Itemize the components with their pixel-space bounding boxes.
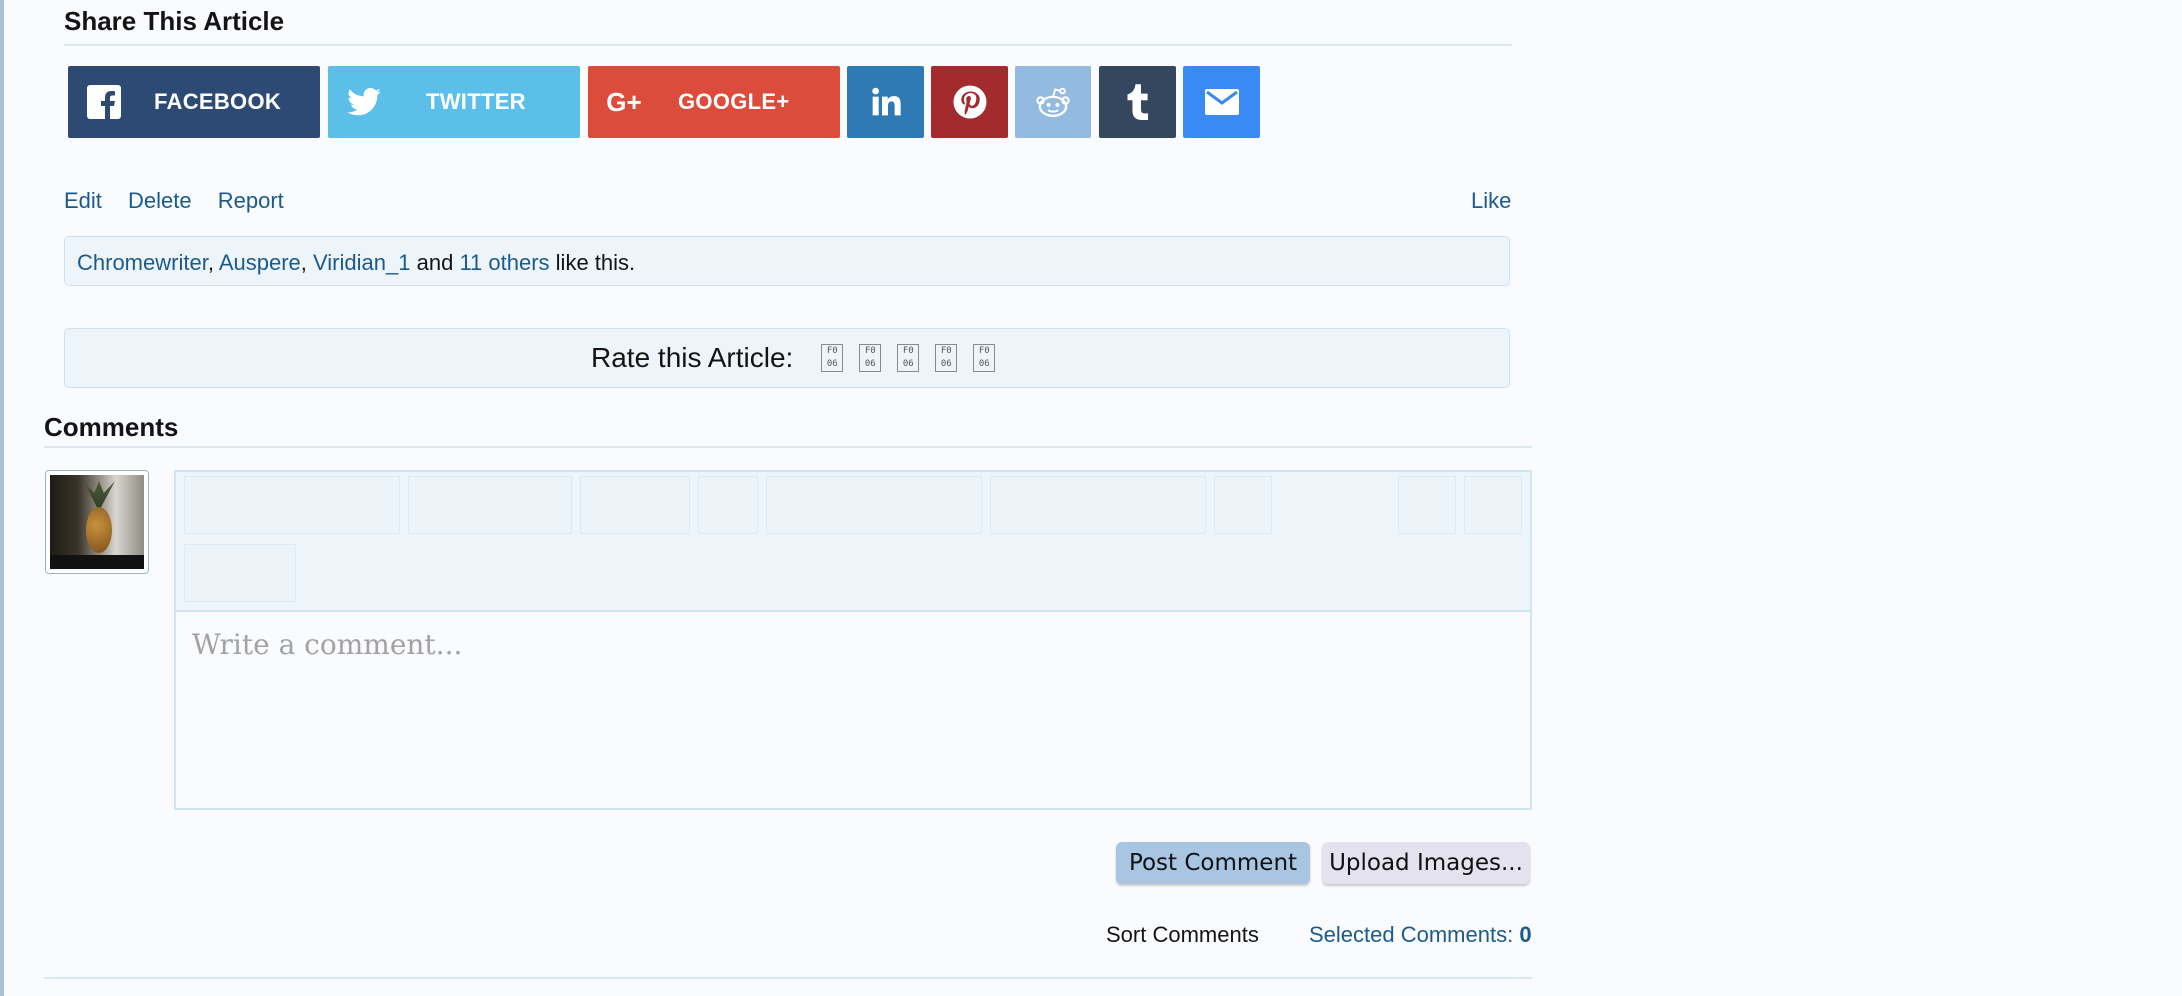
- toolbar-button[interactable]: [1464, 476, 1522, 534]
- rating-box: Rate this Article: F0 06 F0 06 F0 06 F0 …: [64, 328, 1510, 388]
- toolbar-button[interactable]: [1398, 476, 1456, 534]
- edit-link[interactable]: Edit: [64, 188, 102, 213]
- likes-suffix: like this.: [555, 250, 636, 275]
- rating-star[interactable]: F0 06: [935, 344, 958, 372]
- rating-label: Rate this Article:: [591, 342, 794, 373]
- comments-divider: [44, 446, 1532, 448]
- facebook-share-button[interactable]: FACEBOOK: [68, 66, 320, 138]
- email-icon: [1204, 89, 1239, 115]
- pinterest-share-button[interactable]: [931, 66, 1008, 138]
- share-title: Share This Article: [64, 6, 285, 36]
- twitter-label: TWITTER: [426, 89, 526, 114]
- toolbar-button[interactable]: [766, 476, 982, 534]
- rating-star[interactable]: F0 06: [897, 344, 920, 372]
- share-divider: [64, 44, 1512, 46]
- twitter-share-button[interactable]: TWITTER: [328, 66, 580, 138]
- rating-star[interactable]: F0 06: [821, 344, 844, 372]
- post-comment-button[interactable]: Post Comment: [1116, 842, 1310, 884]
- likes-and: and: [416, 250, 454, 275]
- selected-comments-count: 0: [1519, 922, 1532, 947]
- liker-link[interactable]: Viridian_1: [313, 250, 410, 275]
- likes-summary: Chromewriter, Auspere, Viridian_1 and 11…: [64, 236, 1510, 286]
- email-share-button[interactable]: [1183, 66, 1260, 138]
- googleplus-label: GOOGLE+: [678, 89, 790, 114]
- comment-input[interactable]: [176, 612, 1530, 808]
- toolbar-button[interactable]: [1214, 476, 1272, 534]
- avatar: [45, 470, 149, 574]
- googleplus-share-button[interactable]: G+ GOOGLE+: [588, 66, 840, 138]
- toolbar-button[interactable]: [184, 476, 400, 534]
- rating-star[interactable]: F0 06: [859, 344, 882, 372]
- toolbar-button[interactable]: [698, 476, 758, 534]
- upload-images-button[interactable]: Upload Images...: [1322, 842, 1530, 884]
- facebook-label: FACEBOOK: [154, 89, 282, 114]
- left-border: [0, 0, 4, 996]
- like-link[interactable]: Like: [1471, 188, 1511, 214]
- facebook-icon: [68, 66, 140, 138]
- sort-comments-link[interactable]: Sort Comments: [1106, 922, 1259, 948]
- toolbar-button[interactable]: [408, 476, 572, 534]
- tumblr-icon: [1127, 84, 1148, 120]
- selected-comments-label: Selected Comments:: [1309, 922, 1514, 947]
- comment-editor: [174, 470, 1532, 810]
- reddit-icon: [1036, 87, 1070, 118]
- editor-toolbar: [176, 472, 1530, 612]
- toolbar-button[interactable]: [580, 476, 690, 534]
- reddit-share-button[interactable]: [1015, 66, 1091, 138]
- linkedin-share-button[interactable]: [847, 66, 924, 138]
- report-link[interactable]: Report: [218, 188, 284, 213]
- rating-star[interactable]: F0 06: [973, 344, 996, 372]
- avatar-image: [50, 475, 144, 569]
- twitter-icon: [328, 66, 400, 138]
- toolbar-button[interactable]: [990, 476, 1206, 534]
- liker-link[interactable]: Auspere: [219, 250, 301, 275]
- linkedin-icon: [871, 87, 901, 116]
- googleplus-icon: G+: [588, 66, 660, 138]
- likes-others-link[interactable]: 11 others: [459, 250, 549, 275]
- article-actions: Edit Delete Report: [64, 188, 304, 214]
- tumblr-share-button[interactable]: [1099, 66, 1176, 138]
- googleplus-glyph: G+: [606, 86, 642, 117]
- delete-link[interactable]: Delete: [128, 188, 192, 213]
- liker-link[interactable]: Chromewriter: [77, 250, 208, 275]
- pinterest-icon: [953, 85, 986, 119]
- toolbar-button[interactable]: [184, 544, 296, 602]
- bottom-divider: [44, 977, 1532, 979]
- selected-comments[interactable]: Selected Comments: 0: [1309, 922, 1532, 948]
- comments-title: Comments: [44, 412, 179, 442]
